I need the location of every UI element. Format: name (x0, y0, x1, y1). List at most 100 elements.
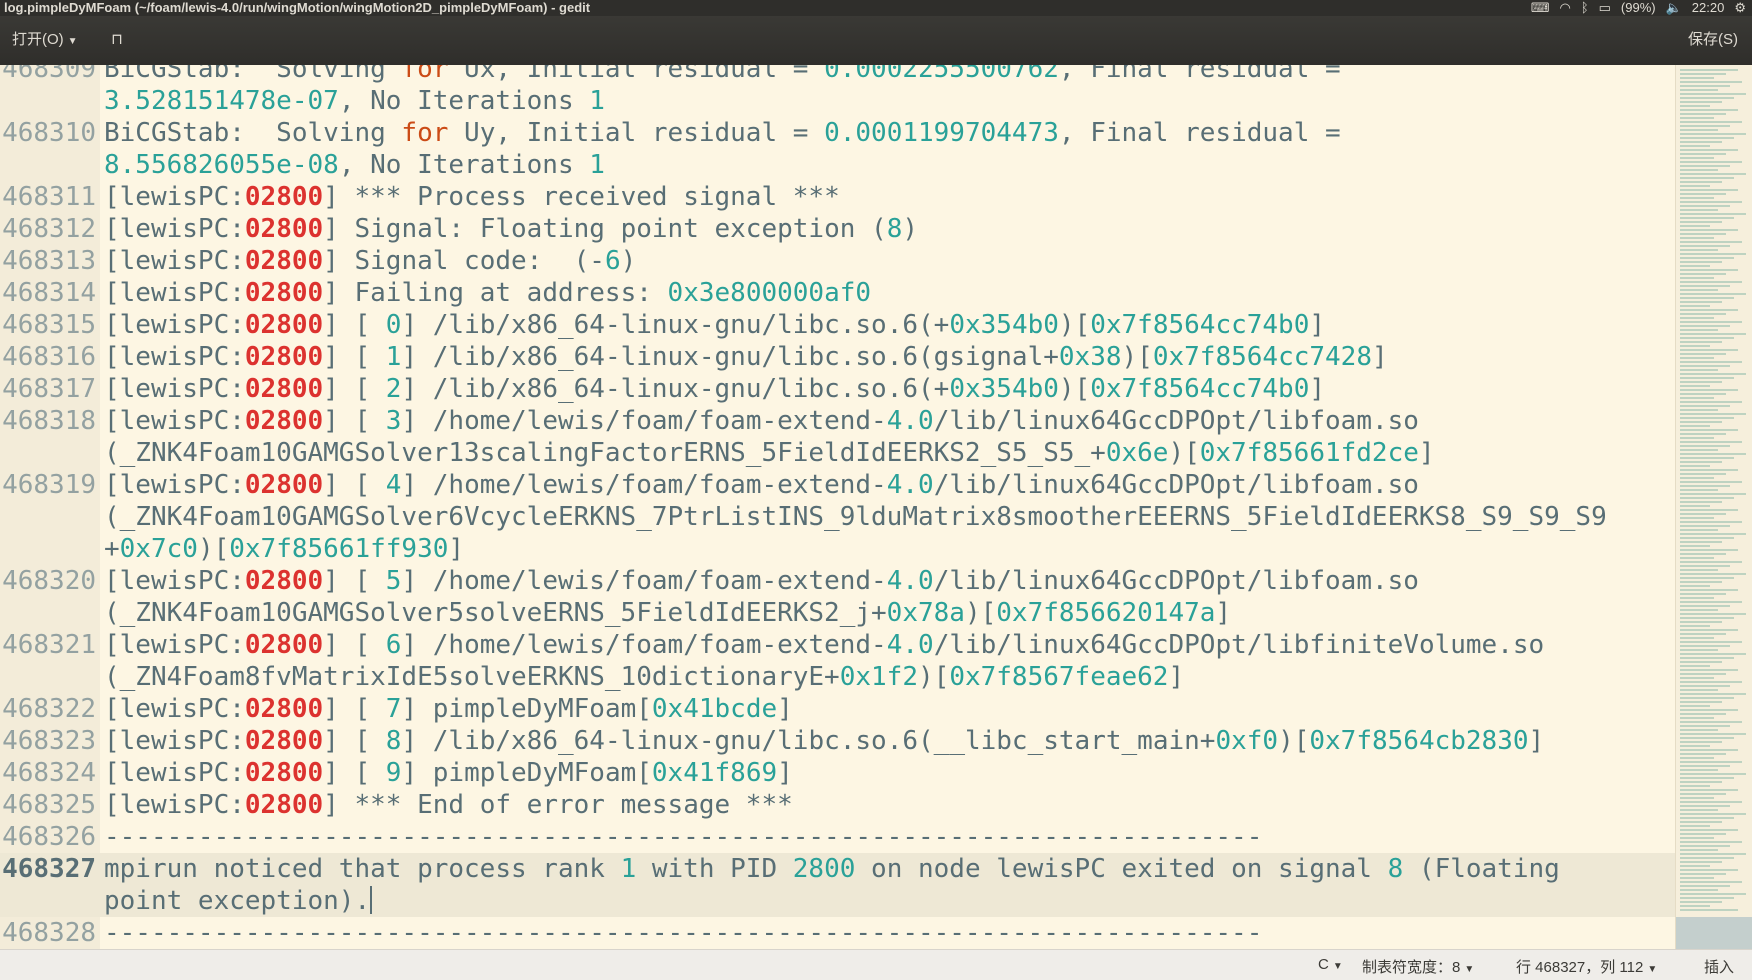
editor-line[interactable]: 468325 [lewisPC:02800] *** End of error m… (0, 789, 1675, 821)
new-document-button[interactable]: ⊓ (104, 26, 130, 54)
line-text[interactable]: [lewisPC:02800] *** Process received sig… (100, 181, 1675, 213)
minimap-line (1680, 661, 1722, 663)
bluetooth-icon[interactable]: ᛒ (1581, 0, 1589, 16)
editor-line[interactable]: 468318 [lewisPC:02800] [ 3] /home/lewis/f… (0, 405, 1675, 437)
line-text[interactable]: [lewisPC:02800] [ 4] /home/lewis/foam/fo… (100, 469, 1675, 501)
minimap-line (1680, 893, 1746, 895)
editor-line[interactable]: (_ZNK4Foam10GAMGSolver13scalingFactorERN… (0, 437, 1675, 469)
open-button[interactable]: 打开(O) ▼ (6, 26, 84, 54)
editor-line[interactable]: 468316 [lewisPC:02800] [ 1] /lib/x86_64-l… (0, 341, 1675, 373)
text-token: (_ZN4Foam8fvMatrixIdE5solveERKNS_10dicti… (104, 662, 840, 692)
line-text[interactable]: [lewisPC:02800] [ 8] /lib/x86_64-linux-g… (100, 725, 1675, 757)
line-text[interactable]: [lewisPC:02800] [ 7] pimpleDyMFoam[0x41b… (100, 693, 1675, 725)
line-text[interactable]: 8.556826055e-08, No Iterations 1 (100, 149, 1675, 181)
save-button[interactable]: 保存(S) (1682, 26, 1744, 54)
line-number (0, 661, 100, 693)
line-text[interactable]: ----------------------------------------… (100, 917, 1675, 949)
document-minimap[interactable] (1675, 65, 1752, 949)
line-text[interactable]: [lewisPC:02800] Signal code: (-6) (100, 245, 1675, 277)
line-text[interactable]: [lewisPC:02800] [ 2] /lib/x86_64-linux-g… (100, 373, 1675, 405)
minimap-line (1680, 561, 1742, 563)
text-token: [lewisPC: (104, 214, 245, 244)
line-text[interactable]: [lewisPC:02800] [ 0] /lib/x86_64-linux-g… (100, 309, 1675, 341)
text-token: [lewisPC: (104, 726, 245, 756)
editor-line[interactable]: 468326 ----------------------------------… (0, 821, 1675, 853)
line-text[interactable]: [lewisPC:02800] [ 3] /home/lewis/foam/fo… (100, 405, 1675, 437)
wifi-icon[interactable]: ◠ (1559, 0, 1570, 16)
text-token: /lib/linux64GccDPOpt/libfiniteVolume.so (933, 630, 1545, 660)
editor-line[interactable]: +0x7c0)[0x7f85661ff930] (0, 533, 1675, 565)
editor-line[interactable]: 468327 mpirun noticed that process rank 1… (0, 853, 1675, 885)
line-text[interactable]: BiCGStab: Solving for Uy, Initial residu… (100, 117, 1675, 149)
text-editor[interactable]: 468309 BiCGStab: Solving for Ux, Initial … (0, 65, 1675, 949)
editor-line[interactable]: 468313 [lewisPC:02800] Signal code: (-6) (0, 245, 1675, 277)
minimap-viewport[interactable] (1676, 917, 1752, 949)
minimap-line (1680, 393, 1726, 395)
minimap-line (1680, 445, 1730, 447)
gear-icon[interactable]: ⚙ (1734, 0, 1746, 16)
editor-line[interactable]: 468309 BiCGStab: Solving for Ux, Initial … (0, 65, 1675, 85)
editor-line[interactable]: 468312 [lewisPC:02800] Signal: Floating p… (0, 213, 1675, 245)
editor-line[interactable]: 468324 [lewisPC:02800] [ 9] pimpleDyMFoam… (0, 757, 1675, 789)
minimap-line (1680, 761, 1742, 763)
text-token: ] Signal code: (- (323, 246, 605, 276)
editor-line[interactable]: 468314 [lewisPC:02800] Failing at address… (0, 277, 1675, 309)
minimap-line (1680, 905, 1710, 907)
editor-line[interactable]: point exception). (0, 885, 1675, 917)
text-token: Ux, Initial residual = (448, 65, 825, 84)
line-text[interactable]: [lewisPC:02800] [ 9] pimpleDyMFoam[0x41f… (100, 757, 1675, 789)
keyboard-icon[interactable]: ⌨ (1531, 0, 1550, 16)
editor-line[interactable]: 468319 [lewisPC:02800] [ 4] /home/lewis/f… (0, 469, 1675, 501)
minimap-line (1680, 493, 1746, 495)
minimap-line (1680, 185, 1710, 187)
line-text[interactable]: (_ZNK4Foam10GAMGSolver5solveERNS_5FieldI… (100, 597, 1675, 629)
minimap-line (1680, 245, 1730, 247)
line-text[interactable]: ----------------------------------------… (100, 821, 1675, 853)
editor-line[interactable]: (_ZNK4Foam10GAMGSolver5solveERNS_5FieldI… (0, 597, 1675, 629)
line-text[interactable]: (_ZNK4Foam10GAMGSolver6VcycleERKNS_7PtrL… (100, 501, 1675, 533)
editor-line[interactable]: 468322 [lewisPC:02800] [ 7] pimpleDyMFoam… (0, 693, 1675, 725)
editor-line[interactable]: 3.528151478e-07, No Iterations 1 (0, 85, 1675, 117)
text-token: , Final residual = (1058, 118, 1341, 148)
editor-line[interactable]: 8.556826055e-08, No Iterations 1 (0, 149, 1675, 181)
editor-line[interactable]: 468311 [lewisPC:02800] *** Process receiv… (0, 181, 1675, 213)
line-text[interactable]: [lewisPC:02800] Signal: Floating point e… (100, 213, 1675, 245)
editor-lines: 468309 BiCGStab: Solving for Ux, Initial … (0, 65, 1675, 949)
editor-line[interactable]: 468317 [lewisPC:02800] [ 2] /lib/x86_64-l… (0, 373, 1675, 405)
volume-icon[interactable]: 🔈 (1666, 0, 1682, 16)
cursor-position[interactable]: 行 468327，列 112 ▼ (1516, 956, 1657, 977)
line-text[interactable]: [lewisPC:02800] *** End of error message… (100, 789, 1675, 821)
line-text[interactable]: [lewisPC:02800] [ 5] /home/lewis/foam/fo… (100, 565, 1675, 597)
text-token: (_ZNK4Foam10GAMGSolver5solveERNS_5FieldI… (104, 598, 887, 628)
editor-line[interactable]: 468320 [lewisPC:02800] [ 5] /home/lewis/f… (0, 565, 1675, 597)
line-text[interactable]: mpirun noticed that process rank 1 with … (100, 853, 1675, 885)
minimap-line (1680, 781, 1722, 783)
line-text[interactable]: point exception). (100, 885, 1675, 917)
text-token: ] Failing at address: (323, 278, 668, 308)
minimap-line (1680, 529, 1718, 531)
line-text[interactable]: [lewisPC:02800] [ 1] /lib/x86_64-linux-g… (100, 341, 1675, 373)
editor-line[interactable]: 468323 [lewisPC:02800] [ 8] /lib/x86_64-l… (0, 725, 1675, 757)
editor-line[interactable]: (_ZNK4Foam10GAMGSolver6VcycleERKNS_7PtrL… (0, 501, 1675, 533)
editor-line[interactable]: (_ZN4Foam8fvMatrixIdE5solveERKNS_10dicti… (0, 661, 1675, 693)
line-text[interactable]: [lewisPC:02800] [ 6] /home/lewis/foam/fo… (100, 629, 1675, 661)
line-text[interactable]: BiCGStab: Solving for Ux, Initial residu… (100, 65, 1675, 85)
text-token: on node lewisPC exited on signal (855, 854, 1388, 884)
line-text[interactable]: 3.528151478e-07, No Iterations 1 (100, 85, 1675, 117)
line-text[interactable]: [lewisPC:02800] Failing at address: 0x3e… (100, 277, 1675, 309)
editor-line[interactable]: 468310 BiCGStab: Solving for Uy, Initial … (0, 117, 1675, 149)
line-number: 468310 (2, 118, 96, 148)
line-text[interactable]: (_ZN4Foam8fvMatrixIdE5solveERKNS_10dicti… (100, 661, 1675, 693)
language-selector[interactable]: C ▼ (1318, 956, 1343, 973)
line-text[interactable]: (_ZNK4Foam10GAMGSolver13scalingFactorERN… (100, 437, 1675, 469)
text-token: [lewisPC: (104, 406, 245, 436)
battery-icon[interactable]: ▭ (1599, 0, 1611, 16)
text-token: [lewisPC: (104, 246, 245, 276)
line-text[interactable]: +0x7c0)[0x7f85661ff930] (100, 533, 1675, 565)
minimap-line (1680, 365, 1730, 367)
editor-line[interactable]: 468321 [lewisPC:02800] [ 6] /home/lewis/f… (0, 629, 1675, 661)
editor-line[interactable]: 468328 ----------------------------------… (0, 917, 1675, 949)
clock[interactable]: 22:20 (1692, 0, 1725, 16)
tab-width-selector[interactable]: 制表符宽度：8 ▼ (1362, 956, 1474, 977)
editor-line[interactable]: 468315 [lewisPC:02800] [ 0] /lib/x86_64-l… (0, 309, 1675, 341)
